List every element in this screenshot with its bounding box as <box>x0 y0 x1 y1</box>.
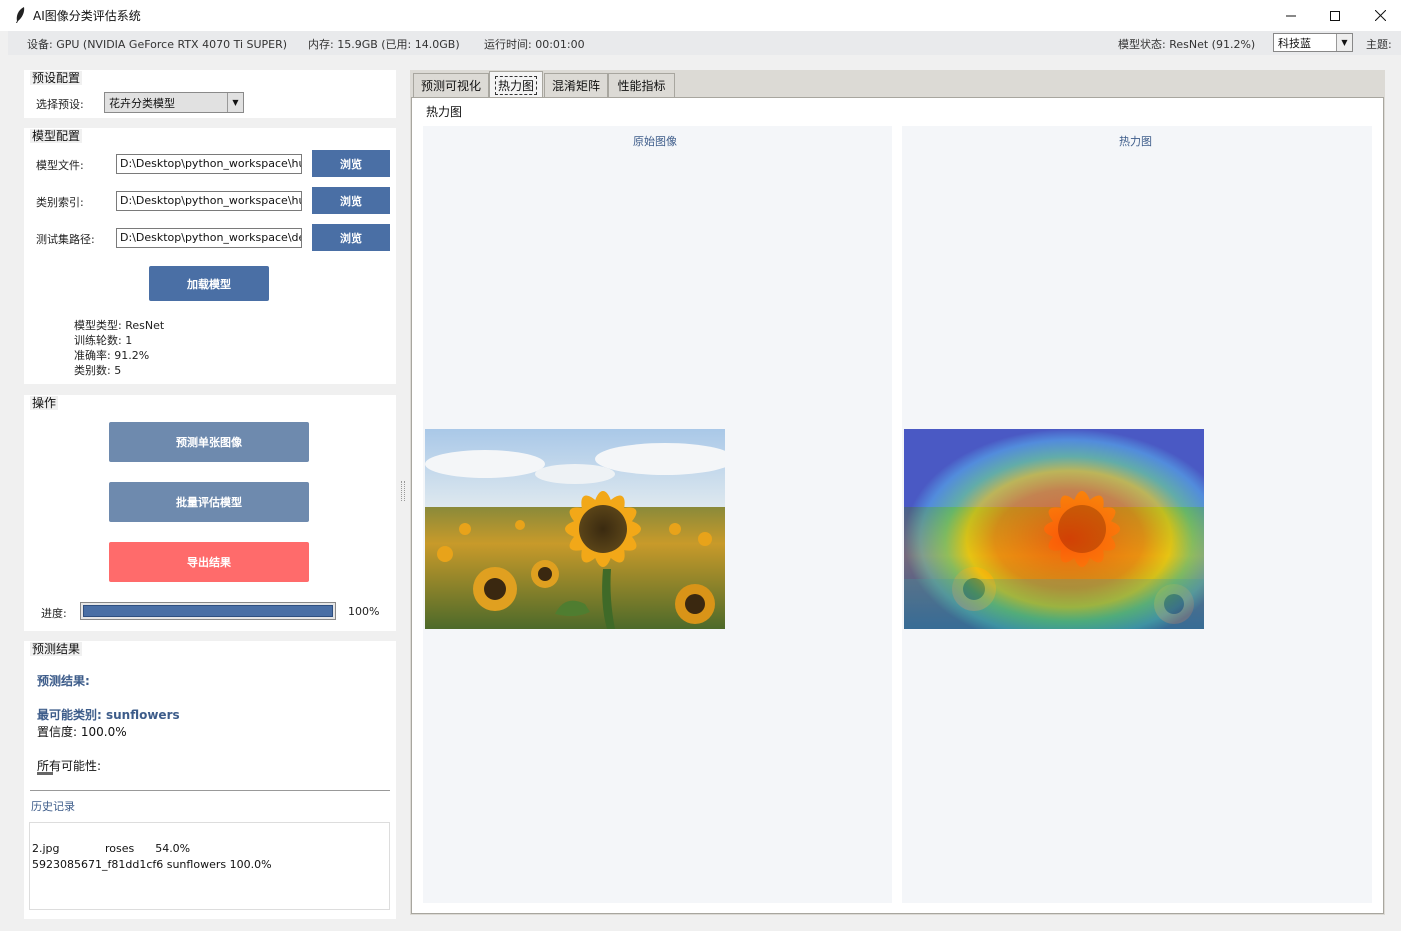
heatmap-image-caption: 热力图 <box>1119 135 1152 148</box>
model-epochs: 训练轮数: 1 <box>74 334 133 347</box>
theme-select[interactable]: 科技蓝 ▼ <box>1273 33 1353 52</box>
class-index-input[interactable]: D:\Desktop\python_workspace\hu <box>116 191 302 211</box>
test-path-input[interactable]: D:\Desktop\python_workspace\de <box>116 228 302 248</box>
progress-bar <box>80 602 336 620</box>
tab-confusion-matrix[interactable]: 混淆矩阵 <box>544 73 608 97</box>
batch-evaluate-button[interactable]: 批量评估模型 <box>109 482 309 522</box>
memory-status: 内存: 15.9GB (已用: 14.0GB) <box>308 38 460 51</box>
device-status: 设备: GPU (NVIDIA GeForce RTX 4070 Ti SUPE… <box>27 38 288 51</box>
original-image-caption: 原始图像 <box>633 135 677 148</box>
chevron-down-icon: ▼ <box>1336 34 1352 51</box>
tab-prediction-visualization[interactable]: 预测可视化 <box>413 73 489 97</box>
history-label: 历史记录 <box>31 800 75 813</box>
predict-single-button[interactable]: 预测单张图像 <box>109 422 309 462</box>
confidence: 置信度: 100.0% <box>37 725 127 739</box>
progress-label: 进度: <box>41 607 67 620</box>
truncated-text <box>37 772 53 775</box>
model-file-label: 模型文件: <box>36 159 84 172</box>
browse-test-path-button[interactable]: 浏览 <box>312 224 390 251</box>
divider <box>30 790 390 791</box>
original-image <box>425 429 725 629</box>
minimize-button[interactable] <box>1268 0 1314 31</box>
panel-sash[interactable] <box>400 63 406 919</box>
theme-value: 科技蓝 <box>1278 36 1311 50</box>
chevron-down-icon: ▼ <box>227 93 243 112</box>
operations-section-title: 操作 <box>30 396 59 410</box>
maximize-button[interactable] <box>1312 0 1358 31</box>
preset-label: 选择预设: <box>36 98 84 111</box>
progress-percent: 100% <box>348 605 380 618</box>
preset-select[interactable]: 花卉分类模型 ▼ <box>104 92 244 113</box>
close-button[interactable] <box>1357 0 1401 31</box>
test-path-label: 测试集路径: <box>36 233 95 246</box>
progress-fill <box>83 605 333 617</box>
maximize-icon <box>1330 10 1340 21</box>
title-bar <box>0 0 1401 31</box>
top-class: 最可能类别: sunflowers <box>37 708 180 722</box>
history-row[interactable]: 5923085671_f81dd1cf6 sunflowers 100.0% <box>32 857 387 873</box>
class-index-label: 类别索引: <box>36 196 84 209</box>
browse-class-index-button[interactable]: 浏览 <box>312 187 390 214</box>
model-accuracy: 准确率: 91.2% <box>74 349 150 362</box>
model-config-section-title: 模型配置 <box>30 129 83 143</box>
tab-heatmap-label: 热力图 <box>494 75 537 95</box>
preset-section-title: 预设配置 <box>30 71 83 85</box>
model-classes: 类别数: 5 <box>74 364 122 377</box>
minimize-icon <box>1286 15 1296 16</box>
heatmap-image <box>904 429 1204 629</box>
heatmap-section-title: 热力图 <box>424 105 465 119</box>
model-info: 模型类型: ResNet 训练轮数: 1 准确率: 91.2% 类别数: 5 <box>74 318 164 378</box>
model-file-input[interactable]: D:\Desktop\python_workspace\hu <box>116 154 302 174</box>
tab-performance[interactable]: 性能指标 <box>608 73 675 97</box>
model-state-status: 模型状态: ResNet (91.2%) <box>1118 38 1256 51</box>
close-icon <box>1374 10 1386 21</box>
history-list[interactable]: 2.jpg roses 54.0% 5923085671_f81dd1cf6 su… <box>29 822 390 910</box>
tab-heatmap[interactable]: 热力图 <box>489 71 543 98</box>
load-model-button[interactable]: 加载模型 <box>149 266 269 301</box>
prediction-heading: 预测结果: <box>37 674 90 688</box>
theme-label: 主题: <box>1366 38 1392 51</box>
prediction-section-title: 预测结果 <box>30 642 83 656</box>
feather-icon <box>16 7 25 23</box>
window-title: AI图像分类评估系统 <box>33 9 141 23</box>
runtime-status: 运行时间: 00:01:00 <box>484 38 585 51</box>
export-results-button[interactable]: 导出结果 <box>109 542 309 582</box>
browse-model-button[interactable]: 浏览 <box>312 150 390 177</box>
preset-value: 花卉分类模型 <box>109 97 175 110</box>
history-row[interactable]: 2.jpg roses 54.0% <box>32 841 387 857</box>
model-type: 模型类型: ResNet <box>74 319 165 332</box>
